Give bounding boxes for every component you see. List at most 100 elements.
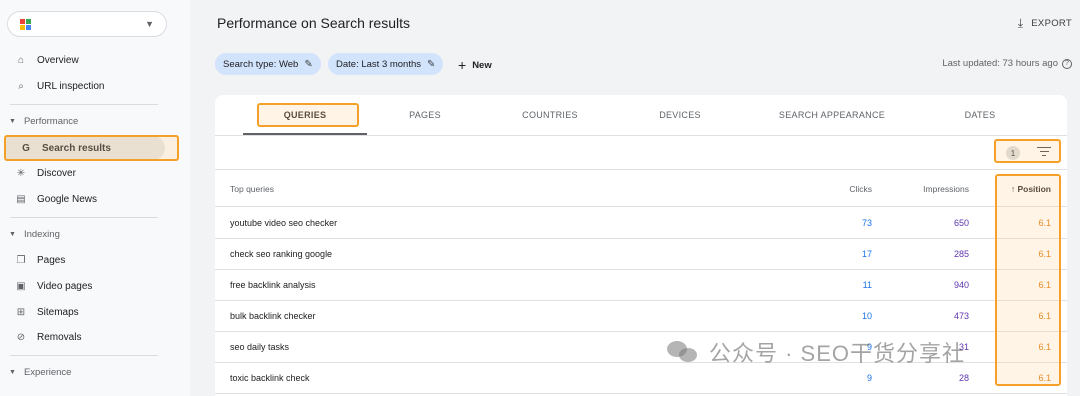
column-header-clicks[interactable]: Clicks xyxy=(849,184,872,194)
impressions-cell: 473 xyxy=(953,311,969,321)
divider xyxy=(10,104,158,105)
tab-search-appearance[interactable]: SEARCH APPEARANCE xyxy=(770,110,894,120)
sidebar-section-performance[interactable]: ▼ Performance xyxy=(9,116,78,127)
sort-arrow-up-icon: ↑ xyxy=(1010,184,1016,194)
wechat-icon xyxy=(667,339,701,365)
video-pages-icon: ▣ xyxy=(16,280,26,292)
sidebar-item-label: Overview xyxy=(37,54,79,66)
sidebar-item-search-results[interactable]: G Search results xyxy=(5,136,165,160)
watermark-text: 公众号 · SEO干货分享社 xyxy=(709,341,966,366)
sidebar-item-label: Search results xyxy=(42,142,111,154)
position-cell: 6.1 xyxy=(1038,218,1051,228)
chip-label: Date: Last 3 months xyxy=(336,58,422,70)
tab-dates[interactable]: DATES xyxy=(940,110,1020,120)
sidebar-item-label: Video pages xyxy=(37,280,93,292)
chevron-down-icon: ▼ xyxy=(9,231,16,238)
column-header-impressions[interactable]: Impressions xyxy=(923,184,969,194)
divider xyxy=(10,217,158,218)
edit-pencil-icon: ✎ xyxy=(427,58,436,70)
section-label: Indexing xyxy=(23,229,60,240)
active-tab-indicator xyxy=(243,133,367,135)
help-icon[interactable]: ? xyxy=(1062,58,1072,69)
asterisk-icon: ✳ xyxy=(16,167,26,179)
home-icon: ⌂ xyxy=(17,54,25,66)
position-cell: 6.1 xyxy=(1038,311,1051,321)
sidebar: ▼ ⌂ Overview ⌕ URL inspection ▼ Performa… xyxy=(0,0,190,396)
table-row[interactable]: bulk backlink checker 10 473 6.1 xyxy=(215,301,1067,332)
position-cell: 6.1 xyxy=(1038,280,1051,290)
position-header-label: Position xyxy=(1017,184,1051,194)
new-label: New xyxy=(472,59,492,71)
tab-devices[interactable]: DEVICES xyxy=(640,110,720,120)
tab-countries[interactable]: COUNTRIES xyxy=(510,110,590,120)
edit-pencil-icon: ✎ xyxy=(304,58,313,70)
table-row[interactable]: check seo ranking google 17 285 6.1 xyxy=(215,239,1067,270)
sidebar-item-label: Sitemaps xyxy=(37,306,79,318)
search-type-filter-chip[interactable]: Search type: Web ✎ xyxy=(215,53,321,75)
property-selector[interactable]: ▼ xyxy=(7,11,167,37)
column-header-position[interactable]: ↑ Position xyxy=(1011,184,1051,194)
chip-label: Search type: Web xyxy=(223,58,299,70)
export-label: EXPORT xyxy=(1031,18,1072,29)
impressions-cell: 285 xyxy=(953,249,969,259)
query-cell: check seo ranking google xyxy=(230,249,333,259)
sidebar-item-discover[interactable]: ✳ Discover xyxy=(0,161,180,185)
removals-icon: ⊘ xyxy=(16,331,26,343)
query-cell: toxic backlink check xyxy=(230,373,310,383)
chevron-down-icon: ▼ xyxy=(9,369,16,376)
last-updated: Last updated: 73 hours ago ? xyxy=(942,58,1072,69)
position-cell: 6.1 xyxy=(1038,249,1051,259)
position-cell: 6.1 xyxy=(1038,373,1051,383)
impressions-cell: 940 xyxy=(953,280,969,290)
table-row[interactable]: youtube video seo checker 73 650 6.1 xyxy=(215,208,1067,239)
table-filter-row: 1 xyxy=(215,136,1067,170)
dropdown-caret-icon: ▼ xyxy=(145,19,154,29)
pages-icon: ❐ xyxy=(16,254,26,266)
clicks-cell: 17 xyxy=(861,249,872,259)
clicks-cell: 10 xyxy=(861,311,872,321)
sidebar-item-video-pages[interactable]: ▣ Video pages xyxy=(0,274,180,298)
export-button[interactable]: ⤓ EXPORT xyxy=(1018,16,1072,31)
section-label: Performance xyxy=(23,116,79,127)
table-header: Top queries Clicks Impressions ↑ Positio… xyxy=(215,171,1067,207)
sidebar-item-url-inspection[interactable]: ⌕ URL inspection xyxy=(0,74,180,98)
table-row[interactable]: free backlink analysis 11 940 6.1 xyxy=(215,270,1067,301)
new-filter-button[interactable]: + New xyxy=(458,57,492,73)
query-cell: bulk backlink checker xyxy=(230,311,316,321)
clicks-cell: 9 xyxy=(866,373,872,383)
sidebar-section-indexing[interactable]: ▼ Indexing xyxy=(9,229,60,240)
tab-queries[interactable]: QUERIES xyxy=(243,110,367,120)
sidebar-item-overview[interactable]: ⌂ Overview xyxy=(0,48,180,72)
google-g-icon: G xyxy=(22,142,30,154)
sidebar-item-label: Pages xyxy=(37,254,66,266)
sitemap-icon: ⊞ xyxy=(16,306,26,318)
position-cell: 6.1 xyxy=(1038,342,1051,352)
sidebar-item-label: Google News xyxy=(37,193,98,205)
sidebar-item-pages[interactable]: ❐ Pages xyxy=(0,248,180,272)
section-label: Experience xyxy=(23,367,72,378)
sidebar-item-google-news[interactable]: ▤ Google News xyxy=(0,187,180,211)
query-cell: free backlink analysis xyxy=(230,280,316,290)
watermark: 公众号 · SEO干货分享社 xyxy=(667,336,965,368)
clicks-cell: 73 xyxy=(861,218,872,228)
search-icon: ⌕ xyxy=(18,80,24,92)
chevron-down-icon: ▼ xyxy=(9,118,16,125)
plus-icon: + xyxy=(458,57,467,73)
filter-icon[interactable] xyxy=(1037,144,1051,159)
impressions-cell: 28 xyxy=(958,373,969,383)
query-cell: youtube video seo checker xyxy=(230,218,338,228)
dimension-tabs: QUERIES PAGES COUNTRIES DEVICES SEARCH A… xyxy=(215,95,1067,136)
query-cell: seo daily tasks xyxy=(230,342,290,352)
sidebar-section-experience[interactable]: ▼ Experience xyxy=(9,367,71,378)
date-filter-chip[interactable]: Date: Last 3 months ✎ xyxy=(328,53,444,75)
sidebar-item-label: Discover xyxy=(37,167,76,179)
sidebar-item-sitemaps[interactable]: ⊞ Sitemaps xyxy=(0,300,180,324)
filter-count-badge: 1 xyxy=(1006,146,1020,160)
column-header-queries: Top queries xyxy=(230,184,274,194)
tab-pages[interactable]: PAGES xyxy=(385,110,465,120)
sidebar-item-removals[interactable]: ⊘ Removals xyxy=(0,325,180,349)
page-title: Performance on Search results xyxy=(217,15,410,31)
sidebar-item-label: URL inspection xyxy=(37,80,105,92)
last-updated-text: Last updated: 73 hours ago xyxy=(942,58,1058,69)
property-logo-icon xyxy=(20,18,31,30)
